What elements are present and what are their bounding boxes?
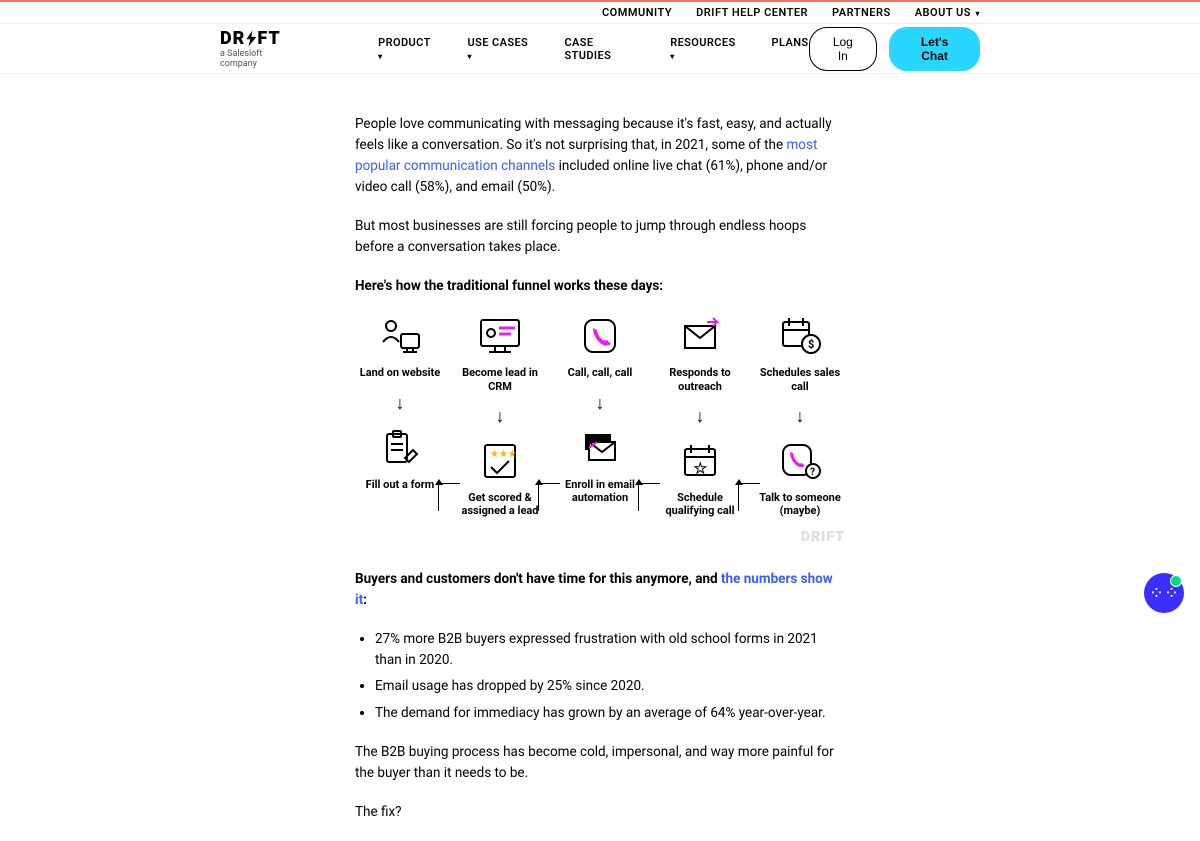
topnav-about[interactable]: ABOUT US ▾: [915, 6, 980, 19]
reply-envelope-icon: [675, 316, 725, 356]
list-item: 27% more B2B buyers expressed frustratio…: [375, 629, 845, 671]
funnel-label: Schedules sales call: [755, 366, 845, 392]
bolt-icon: [246, 31, 256, 47]
watermark: DRIFT: [355, 527, 845, 549]
funnel-diagram: Land on website ↓ Fill out a form Become…: [355, 316, 845, 517]
logo: DRFT: [220, 28, 298, 49]
arrow-down-icon: ↓: [396, 390, 405, 418]
funnel-label: Responds to outreach: [655, 366, 745, 392]
top-utility-nav: COMMUNITY DRIFT HELP CENTER PARTNERS ABO…: [0, 0, 1200, 24]
topnav-help[interactable]: DRIFT HELP CENTER: [696, 6, 808, 19]
funnel-col: Land on website ↓ Fill out a form: [355, 316, 445, 517]
funnel-label: Fill out a form: [366, 478, 435, 491]
nav-resources[interactable]: RESOURCES ▾: [670, 36, 739, 62]
arrow-down-icon: ↓: [596, 390, 605, 418]
connector-arrow: [538, 483, 560, 511]
svg-text:?: ?: [810, 467, 815, 478]
nav-plans[interactable]: PLANS: [772, 36, 809, 62]
phone-question-icon: ?: [775, 441, 825, 481]
arrow-down-icon: ↓: [696, 403, 705, 431]
nav-casestudies[interactable]: CASE STUDIES: [564, 36, 638, 62]
arrow-down-icon: ↓: [796, 403, 805, 431]
crm-monitor-icon: [475, 316, 525, 356]
paragraph: The fix?: [355, 802, 845, 823]
funnel-label: Schedule qualifying call: [655, 491, 745, 517]
logo-block[interactable]: DRFT a Salesloft company: [220, 28, 298, 69]
paragraph: The B2B buying process has become cold, …: [355, 742, 845, 784]
list-item: Email usage has dropped by 25% since 202…: [375, 676, 845, 697]
nav-product[interactable]: PRODUCT ▾: [378, 36, 435, 62]
clipboard-pen-icon: [375, 428, 425, 468]
svg-text:★: ★: [694, 461, 707, 477]
funnel-col: Responds to outreach ↓ ★ Schedule qualif…: [655, 316, 745, 517]
chat-widget-button[interactable]: ⁘⁘: [1144, 573, 1184, 613]
calendar-star-icon: ★: [675, 441, 725, 481]
funnel-col: $ Schedules sales call ↓ ? Talk to someo…: [755, 316, 845, 517]
funnel-label: Talk to someone (maybe): [755, 491, 845, 517]
logo-tagline: a Salesloft company: [220, 49, 298, 69]
funnel-col: Become lead in CRM ↓ ★★★ Get scored & as…: [455, 316, 545, 517]
calendar-dollar-icon: $: [775, 316, 825, 356]
connector-arrow: [638, 483, 660, 511]
svg-text:$: $: [808, 338, 814, 351]
funnel-label: Get scored & assigned a lead: [455, 491, 545, 517]
email-stack-icon: [575, 428, 625, 468]
list-item: The demand for immediacy has grown by an…: [375, 703, 845, 724]
chat-grid-icon: ⁘⁘: [1149, 583, 1179, 604]
score-card-icon: ★★★: [475, 441, 525, 481]
svg-text:★★★: ★★★: [490, 449, 517, 460]
arrow-down-icon: ↓: [496, 403, 505, 431]
paragraph: But most businesses are still forcing pe…: [355, 216, 845, 258]
connector-arrow: [438, 483, 460, 511]
phone-icon: [575, 316, 625, 356]
nav-actions: Log In Let's Chat: [809, 27, 980, 71]
funnel-label: Land on website: [360, 366, 440, 379]
funnel-label: Become lead in CRM: [455, 366, 545, 392]
chevron-down-icon: ▾: [378, 52, 382, 61]
topnav-community[interactable]: COMMUNITY: [602, 6, 672, 19]
chevron-down-icon: ▾: [973, 9, 980, 18]
funnel-label: Enroll in email automation: [555, 478, 645, 504]
paragraph-bold: Here's how the traditional funnel works …: [355, 276, 845, 297]
chevron-down-icon: ▾: [468, 52, 472, 61]
lets-chat-button[interactable]: Let's Chat: [889, 27, 980, 71]
main-navbar: DRFT a Salesloft company PRODUCT ▾ USE C…: [0, 24, 1200, 74]
login-button[interactable]: Log In: [809, 27, 878, 71]
topnav-partners[interactable]: PARTNERS: [832, 6, 891, 19]
paragraph: People love communicating with messaging…: [355, 114, 845, 198]
bullet-list: 27% more B2B buyers expressed frustratio…: [355, 629, 845, 725]
article-content: People love communicating with messaging…: [355, 114, 845, 823]
chevron-down-icon: ▾: [670, 52, 674, 61]
nav-usecases[interactable]: USE CASES ▾: [468, 36, 533, 62]
nav-links: PRODUCT ▾ USE CASES ▾ CASE STUDIES RESOU…: [378, 36, 808, 62]
paragraph-bold: Buyers and customers don't have time for…: [355, 569, 845, 611]
person-monitor-icon: [375, 316, 425, 356]
funnel-label: Call, call, call: [568, 366, 633, 379]
connector-arrow: [738, 483, 760, 511]
funnel-col: Call, call, call ↓ Enroll in email autom…: [555, 316, 645, 517]
